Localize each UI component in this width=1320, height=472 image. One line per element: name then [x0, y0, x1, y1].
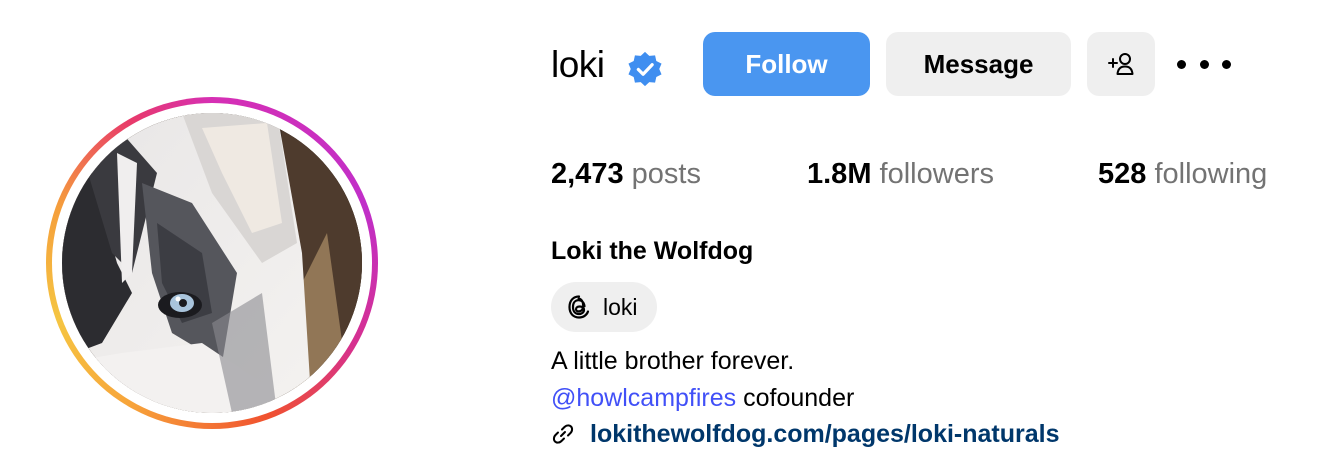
posts-stat: 2,473 posts	[551, 155, 701, 193]
following-stat[interactable]: 528 following	[1098, 155, 1267, 193]
more-dot	[1222, 59, 1231, 69]
wolfdog-photo	[62, 113, 362, 413]
website-link[interactable]: lokithewolfdog.com/pages/loki-naturals	[590, 418, 1060, 450]
follow-button[interactable]: Follow	[703, 32, 870, 96]
message-button[interactable]: Message	[886, 32, 1071, 96]
threads-handle: loki	[603, 293, 638, 320]
add-user-icon	[1108, 53, 1134, 75]
more-options-icon[interactable]	[1177, 52, 1231, 76]
posts-count: 2,473	[551, 158, 624, 190]
profile-full-name: Loki the Wolfdog	[551, 237, 754, 265]
link-icon	[552, 424, 574, 444]
bio-line-1: A little brother forever.	[551, 347, 795, 375]
bio-line-2-text: cofounder	[736, 384, 855, 412]
website-row: lokithewolfdog.com/pages/loki-naturals	[551, 418, 1060, 450]
following-count: 528	[1098, 158, 1147, 190]
followers-count: 1.8M	[807, 158, 872, 190]
more-dot	[1177, 59, 1186, 69]
threads-profile-chip[interactable]: loki	[551, 282, 657, 332]
more-dot	[1199, 59, 1209, 69]
followers-label: followers	[879, 158, 994, 190]
profile-avatar-story-ring[interactable]	[46, 97, 378, 429]
profile-avatar[interactable]	[62, 113, 362, 413]
following-label: following	[1154, 158, 1268, 190]
suggest-accounts-button[interactable]	[1087, 32, 1155, 96]
posts-label: posts	[631, 158, 701, 190]
bio-line-2: @howlcampfires cofounder	[551, 382, 854, 414]
profile-username: loki	[551, 44, 605, 85]
threads-icon	[568, 295, 590, 319]
bio-mention-link[interactable]: @howlcampfires	[551, 384, 736, 412]
verified-badge-icon	[628, 51, 662, 87]
followers-stat[interactable]: 1.8M followers	[807, 155, 994, 193]
